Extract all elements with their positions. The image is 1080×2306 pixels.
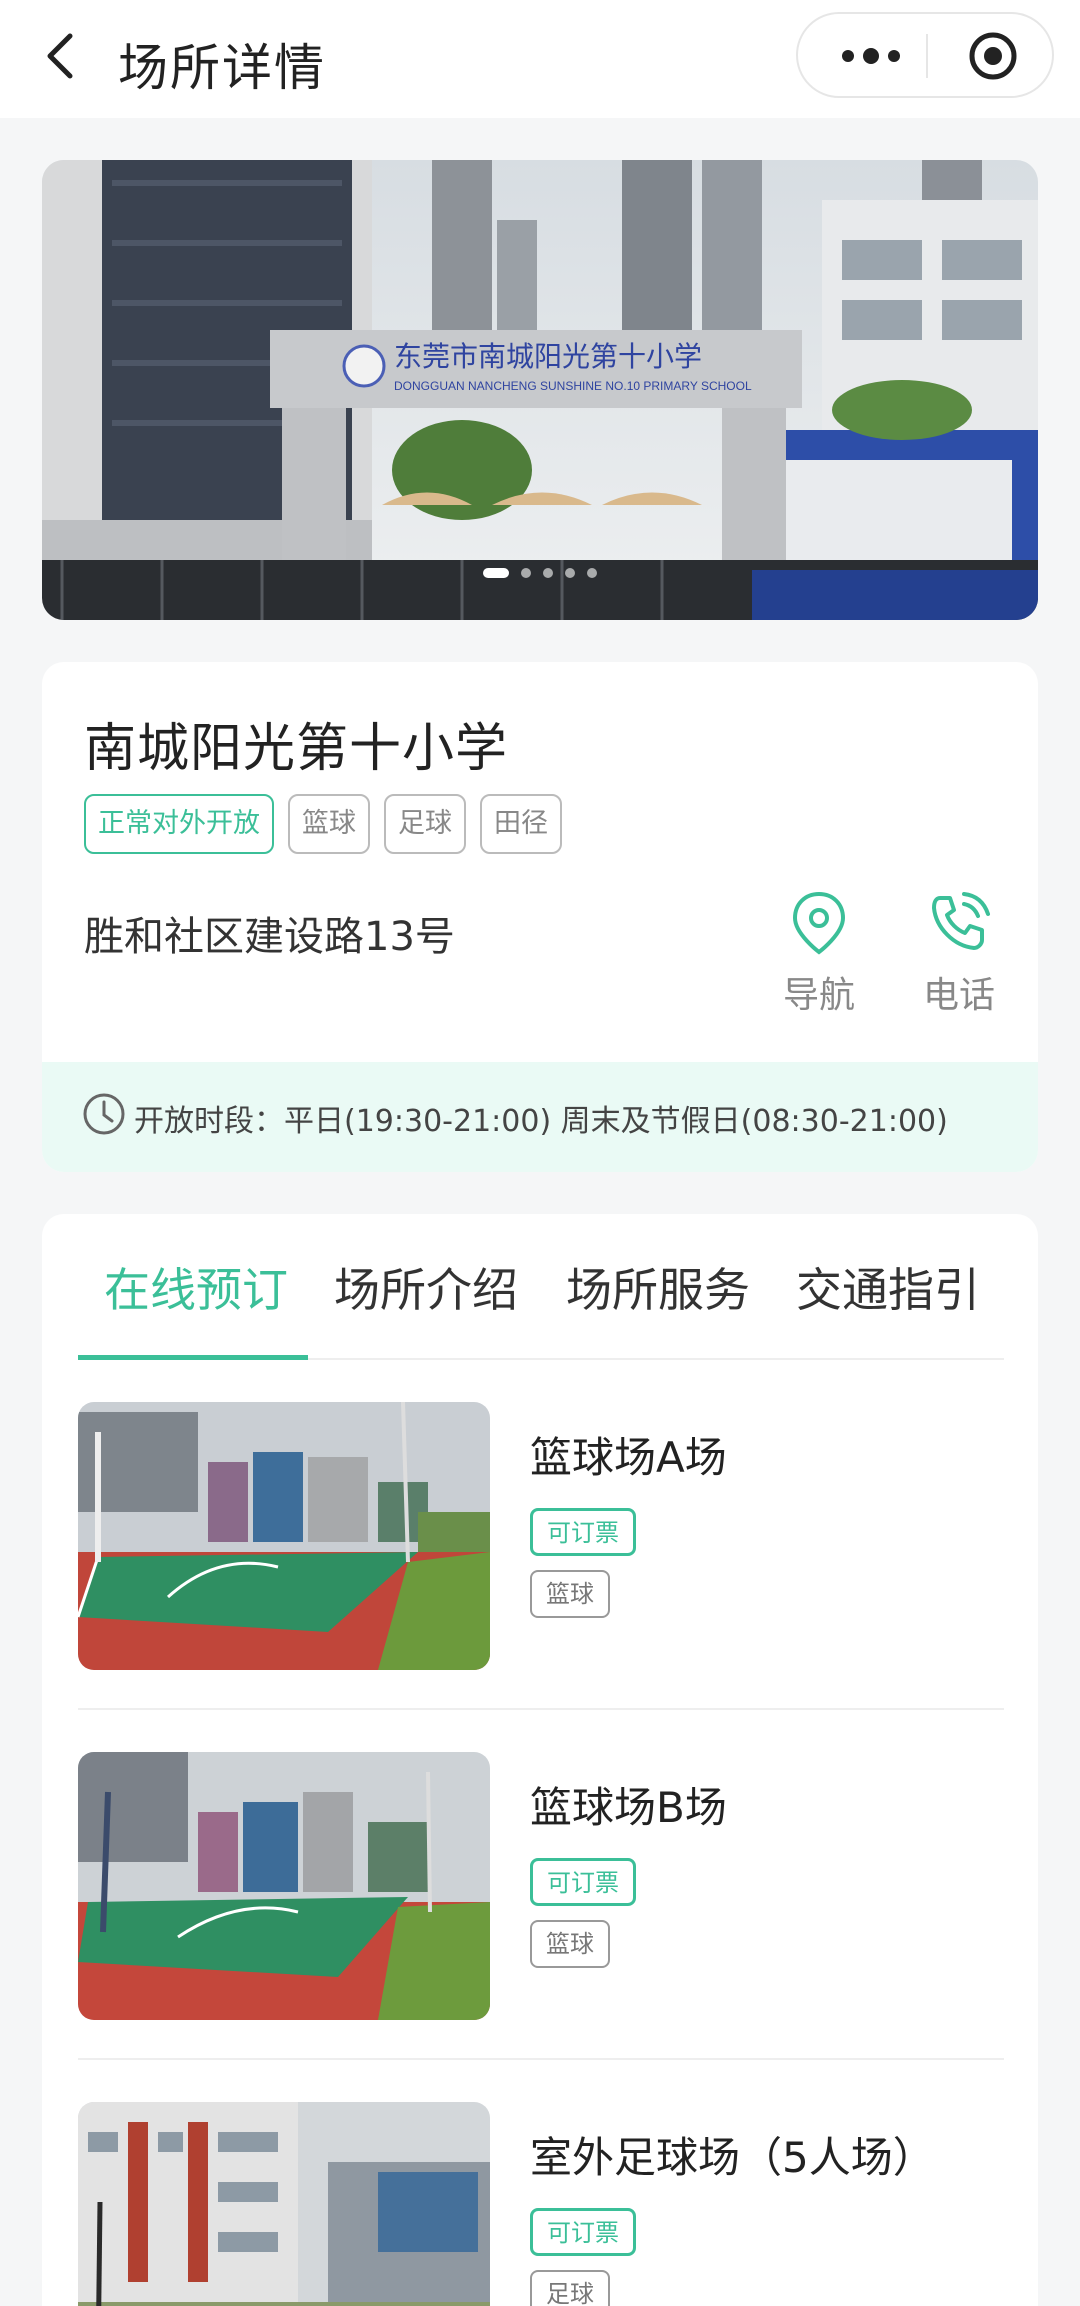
tab-venue-intro[interactable]: 场所介绍 <box>334 1254 518 1320</box>
sport-badge: 篮球 <box>530 1920 610 1968</box>
school-sign-english: DONGGUAN NANCHENG SUNSHINE NO.10 PRIMARY… <box>394 379 752 393</box>
tab-bar: 在线预订 场所介绍 场所服务 交通指引 <box>78 1214 1004 1360</box>
back-arrow-icon[interactable] <box>36 24 96 88</box>
opening-hours-bar: 开放时段：平日(19:30-21:00) 周末及节假日(08:30-21:00) <box>42 1062 1038 1172</box>
tab-venue-services[interactable]: 场所服务 <box>566 1254 750 1320</box>
facility-thumbnail <box>78 1402 490 1670</box>
bookable-badge: 可订票 <box>530 2208 636 2256</box>
facility-name: 篮球场A场 <box>530 1433 727 1482</box>
sport-tag-basketball: 篮球 <box>288 794 370 854</box>
more-options-icon[interactable] <box>828 30 914 82</box>
phone-label: 电话 <box>922 975 995 1016</box>
phone-button[interactable]: 电话 <box>904 890 1014 1018</box>
tab-transport-guide[interactable]: 交通指引 <box>796 1254 980 1320</box>
carousel-dot[interactable] <box>521 568 531 578</box>
venue-name: 南城阳光第十小学 <box>84 719 509 779</box>
facility-name: 篮球场B场 <box>530 1783 727 1832</box>
clock-icon <box>83 1093 125 1135</box>
navigate-button[interactable]: 导航 <box>764 890 874 1018</box>
close-mini-program-icon[interactable] <box>958 30 1028 82</box>
opening-hours-text: 开放时段：平日(19:30-21:00) 周末及节假日(08:30-21:00) <box>134 1104 948 1139</box>
facility-thumbnail <box>78 2102 490 2306</box>
facility-thumbnail <box>78 1752 490 2020</box>
facility-item[interactable]: 篮球场B场 可订票 篮球 <box>78 1710 1004 2060</box>
mini-program-capsule <box>796 12 1054 98</box>
capsule-divider <box>926 34 928 78</box>
bookable-badge: 可订票 <box>530 1508 636 1556</box>
status-badge: 正常对外开放 <box>84 794 274 854</box>
sport-tag-football: 足球 <box>384 794 466 854</box>
top-nav-bar: 场所详情 <box>0 0 1080 118</box>
facility-item[interactable]: 室外足球场（5人场） 可订票 足球 <box>78 2060 1004 2306</box>
venue-photo: 东莞市南城阳光第十小学 DONGGUAN NANCHENG SUNSHINE N… <box>42 160 1038 620</box>
location-pin-icon <box>792 891 846 955</box>
facility-list-card: 在线预订 场所介绍 场所服务 交通指引 篮球场A场 可订票 篮球 篮球场B场 可… <box>42 1214 1038 2306</box>
phone-icon <box>932 892 990 950</box>
navigate-label: 导航 <box>782 975 855 1016</box>
venue-info-card: 南城阳光第十小学 正常对外开放 篮球 足球 田径 胜和社区建设路13号 导航 电… <box>42 662 1038 1172</box>
bookable-badge: 可订票 <box>530 1858 636 1906</box>
venue-photo-carousel[interactable]: 东莞市南城阳光第十小学 DONGGUAN NANCHENG SUNSHINE N… <box>42 160 1038 620</box>
sport-tag-track: 田径 <box>480 794 562 854</box>
page-title: 场所详情 <box>118 39 326 97</box>
sport-badge: 足球 <box>530 2270 610 2306</box>
facility-name: 室外足球场（5人场） <box>530 2133 935 2182</box>
carousel-dot[interactable] <box>543 568 553 578</box>
carousel-dot[interactable] <box>587 568 597 578</box>
tab-online-booking[interactable]: 在线预订 <box>104 1254 288 1320</box>
venue-tags: 正常对外开放 篮球 足球 田径 <box>84 794 562 854</box>
carousel-dot-active[interactable] <box>483 568 509 578</box>
carousel-dot[interactable] <box>565 568 575 578</box>
carousel-indicator <box>42 568 1038 578</box>
facility-item[interactable]: 篮球场A场 可订票 篮球 <box>78 1360 1004 1710</box>
sport-badge: 篮球 <box>530 1570 610 1618</box>
school-sign-text: 东莞市南城阳光第十小学 <box>394 341 702 373</box>
venue-address: 胜和社区建设路13号 <box>84 914 455 960</box>
